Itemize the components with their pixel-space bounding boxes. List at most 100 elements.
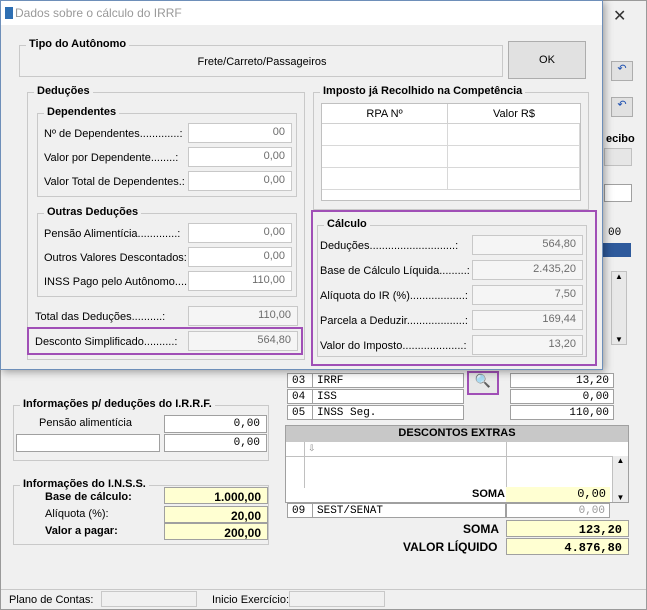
plano-contas-field xyxy=(101,591,197,607)
ok-button[interactable]: OK xyxy=(508,41,586,79)
calc-aliquota-field: 7,50 xyxy=(472,285,583,305)
grid-cell[interactable] xyxy=(322,124,448,146)
imposto-grid[interactable]: RPA Nº Valor R$ xyxy=(321,103,581,201)
inss-pago-field[interactable]: 110,00 xyxy=(188,271,292,291)
calc-parcela-field: 169,44 xyxy=(472,310,583,330)
calculo-title: Cálculo xyxy=(324,218,370,230)
valor-dependente-label: Valor por Dependente........: xyxy=(44,152,179,164)
total-dependentes-field[interactable]: 0,00 xyxy=(188,171,292,191)
tax-name-iss: ISS xyxy=(312,389,464,404)
descontos-scrollbar[interactable]: ▲ ▼ xyxy=(612,456,628,502)
tax-name-inss: INSS Seg. xyxy=(312,405,464,420)
calc-deducoes-label: Deduções............................: xyxy=(320,240,459,252)
close-icon[interactable]: ✕ xyxy=(613,6,626,26)
inss-info-title: Informações do I.N.S.S. xyxy=(20,478,149,490)
descontos-soma-field: 0,00 xyxy=(506,487,610,502)
desconto-simplificado-label: Desconto Simplificado..........: xyxy=(35,336,178,348)
irrf-dialog: Dados sobre o cálculo do IRRF Tipo do Au… xyxy=(0,0,603,370)
outros-valores-label: Outros Valores Descontados: xyxy=(44,252,187,264)
total-deducoes-label: Total das Deduções..........: xyxy=(35,311,166,323)
grid-cell[interactable] xyxy=(448,124,580,146)
total-deducoes-field: 110,00 xyxy=(188,306,298,326)
inss-valor-field[interactable]: 200,00 xyxy=(164,523,268,540)
descontos-extras-title: DESCONTOS EXTRAS xyxy=(286,426,628,442)
irrf-info-title: Informações p/ deduções do I.R.R.F. xyxy=(20,398,215,410)
tax-value-irrf: 13,20 xyxy=(510,373,614,388)
inss-aliquota-label: Alíquota (%): xyxy=(45,508,109,520)
tax-value-iss: 0,00 xyxy=(510,389,614,404)
recibo-label: ecibo xyxy=(606,133,635,145)
total-dependentes-label: Valor Total de Dependentes.: xyxy=(44,176,185,188)
app-icon xyxy=(5,7,13,19)
grid-cell[interactable] xyxy=(448,168,580,190)
inicio-exercicio-field xyxy=(289,591,385,607)
valor-liquido-field: 4.876,80 xyxy=(506,538,629,555)
valor-dependente-field[interactable]: 0,00 xyxy=(188,147,292,167)
sest-value: 0,00 xyxy=(506,503,610,518)
calc-aliquota-label: Alíquota do IR (%)..................: xyxy=(320,290,468,302)
tax-code-03: 03 xyxy=(287,373,313,388)
pensao-alimenticia-label: Pensão Alimentícia.............: xyxy=(44,228,181,240)
tipo-value: Frete/Carreto/Passageiros xyxy=(197,56,327,68)
plano-contas-label: Plano de Contas: xyxy=(9,594,94,606)
descontos-soma-label: SOMA xyxy=(472,488,505,500)
soma-label: SOMA xyxy=(463,522,499,536)
undo-button-1[interactable]: ↶ xyxy=(611,61,633,81)
tipo-group: Tipo do Autônomo Frete/Carreto/Passageir… xyxy=(19,38,503,77)
num-dependentes-label: Nº de Dependentes.............: xyxy=(44,128,183,140)
grid-cell[interactable] xyxy=(448,146,580,168)
inss-valor-label: Valor a pagar: xyxy=(45,525,118,537)
soma-field: 123,20 xyxy=(506,520,629,537)
outras-deducoes-title: Outras Deduções xyxy=(44,206,142,218)
undo-button-2[interactable]: ↶ xyxy=(611,97,633,117)
valor-column-header: Valor R$ xyxy=(448,104,580,124)
calc-deducoes-field: 564,80 xyxy=(472,235,583,255)
magnifier-icon: 🔍 xyxy=(474,373,492,388)
grid-cell[interactable] xyxy=(322,146,448,168)
sest-name: SEST/SENAT xyxy=(312,503,506,518)
calc-valor-imposto-field: 13,20 xyxy=(472,335,583,355)
rpa-column-header: RPA Nº xyxy=(322,104,448,124)
grid-indicator-icon: ⇩ xyxy=(308,443,316,453)
grid-cell[interactable] xyxy=(322,168,448,190)
tipo-title: Tipo do Autônomo xyxy=(26,38,130,50)
search-button[interactable]: 🔍 xyxy=(467,371,499,395)
outros-valores-field[interactable]: 0,00 xyxy=(188,247,292,267)
tax-code-04: 04 xyxy=(287,389,313,404)
inicio-exercicio-label: Inicio Exercício: xyxy=(212,594,290,606)
sest-code: 09 xyxy=(287,503,313,518)
inss-aliquota-field[interactable]: 20,00 xyxy=(164,506,268,523)
tax-value-inss: 110,00 xyxy=(510,405,614,420)
pensao-name-field[interactable] xyxy=(16,434,160,452)
grid-header-bar xyxy=(601,243,631,257)
imposto-recolhido-title: Imposto já Recolhido na Competência xyxy=(320,85,526,97)
descontos-grid-row xyxy=(286,456,612,457)
irrf-info-group: Informações p/ deduções do I.R.R.F. xyxy=(13,398,269,461)
calc-parcela-label: Parcela a Deduzir...................: xyxy=(320,315,468,327)
partial-value: 00 xyxy=(608,227,622,239)
calc-base-field: 2.435,20 xyxy=(472,260,583,280)
pensao-field[interactable]: 0,00 xyxy=(164,415,267,433)
desconto-simplificado-field: 564,80 xyxy=(188,331,298,351)
deducoes-title: Deduções xyxy=(34,85,93,97)
calc-base-label: Base de Cálculo Líquida.........: xyxy=(320,265,470,277)
recibo-field xyxy=(604,148,632,166)
descontos-grid-col xyxy=(304,442,305,488)
tax-code-05: 05 xyxy=(287,405,313,420)
descontos-extras-panel: DESCONTOS EXTRAS ⇩ ▲ ▼ SOMA 0,00 xyxy=(285,425,629,503)
descontos-grid-col2 xyxy=(506,442,507,488)
top-field[interactable] xyxy=(604,184,632,202)
num-dependentes-field[interactable]: 00 xyxy=(188,123,292,143)
tax-name-irrf: IRRF xyxy=(312,373,464,388)
inss-base-label: Base de cálculo: xyxy=(45,491,132,503)
inss-pago-label: INSS Pago pelo Autônomo....: xyxy=(44,276,191,288)
inss-base-field[interactable]: 1.000,00 xyxy=(164,487,268,504)
calc-valor-imposto-label: Valor do Imposto....................: xyxy=(320,340,467,352)
pensao-alimenticia-field[interactable]: 0,00 xyxy=(188,223,292,243)
dialog-title: Dados sobre o cálculo do IRRF xyxy=(15,6,182,20)
pensao-value-field[interactable]: 0,00 xyxy=(164,434,267,452)
dialog-title-bar: Dados sobre o cálculo do IRRF xyxy=(1,1,602,25)
dependentes-title: Dependentes xyxy=(44,106,120,118)
pensao-label: Pensão alimentícia xyxy=(39,417,132,429)
scrollbar-vertical[interactable]: ▲ ▼ xyxy=(611,271,627,345)
